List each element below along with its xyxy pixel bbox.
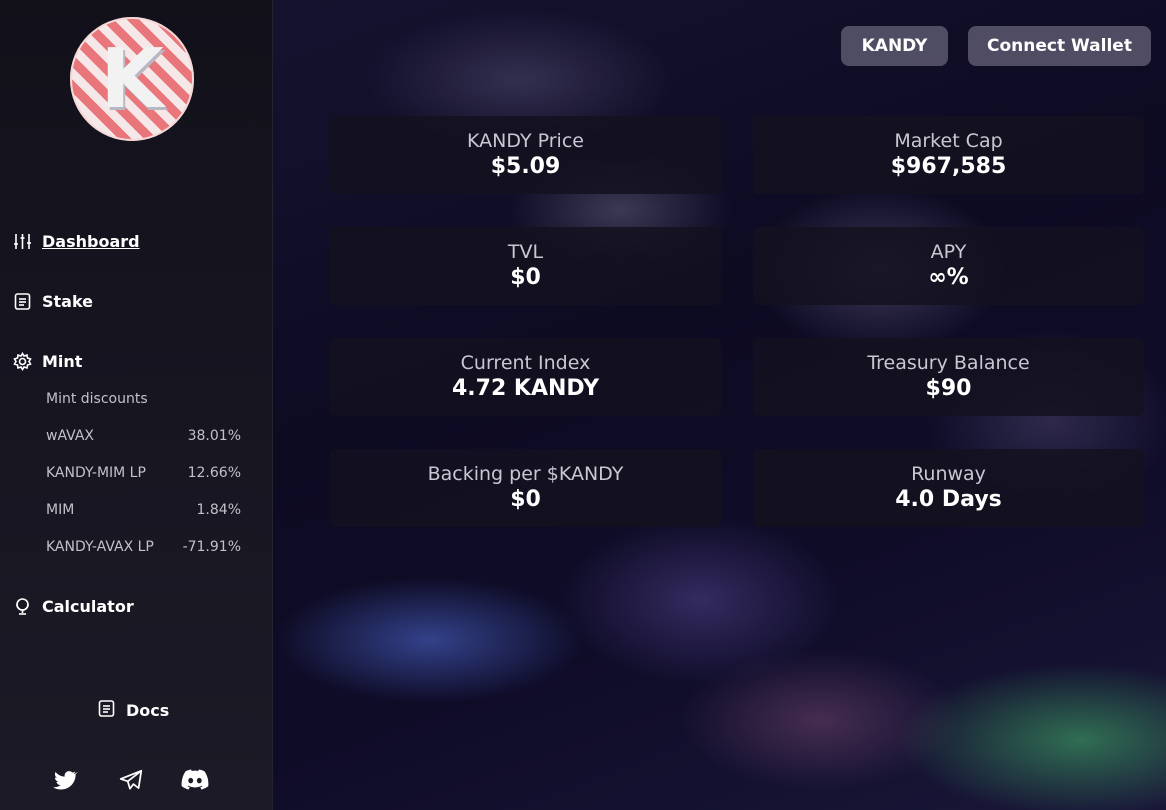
stat-title: Treasury Balance — [867, 352, 1030, 374]
stat-title: TVL — [507, 241, 544, 263]
docs-label: Docs — [126, 701, 170, 720]
kandy-logo[interactable]: K — [70, 17, 194, 141]
stat-card-apy: APY ∞% — [753, 227, 1144, 305]
stat-value: 4.72 KANDY — [451, 376, 600, 401]
stat-title: Current Index — [460, 352, 591, 374]
stat-card-treasury-balance: Treasury Balance $90 — [753, 338, 1144, 416]
discount-name: MIM — [46, 502, 75, 518]
mint-discount-row[interactable]: KANDY-AVAX LP -71.91% — [46, 539, 241, 555]
telegram-icon[interactable] — [118, 767, 144, 793]
sidebar-item-calculator[interactable]: Calculator — [13, 597, 134, 616]
stat-card-backing: Backing per $KANDY $0 — [330, 449, 721, 527]
sidebar-item-dashboard[interactable]: Dashboard — [13, 232, 140, 251]
sliders-icon — [13, 232, 32, 251]
stat-title: KANDY Price — [467, 130, 584, 152]
discount-value: 1.84% — [196, 502, 241, 518]
sidebar: K Dashboard Stake Mint Mint discounts wA… — [0, 0, 273, 810]
discount-name: KANDY-MIM LP — [46, 465, 146, 481]
sidebar-item-label: Calculator — [42, 597, 134, 616]
stat-title: Runway — [911, 463, 986, 485]
sidebar-item-mint[interactable]: Mint — [13, 352, 82, 371]
discord-icon[interactable] — [181, 767, 209, 793]
sidebar-item-label: Mint — [42, 352, 83, 371]
stat-value: $967,585 — [890, 154, 1007, 179]
sidebar-item-label: Dashboard — [42, 232, 140, 251]
sidebar-item-stake[interactable]: Stake — [13, 292, 93, 311]
stat-card-runway: Runway 4.0 Days — [753, 449, 1144, 527]
twitter-icon[interactable] — [52, 767, 78, 793]
stat-value: $0 — [510, 487, 541, 512]
discount-value: 38.01% — [187, 428, 241, 444]
mint-discount-row[interactable]: KANDY-MIM LP 12.66% — [46, 465, 241, 481]
stat-value: $5.09 — [490, 154, 561, 179]
stat-value: 4.0 Days — [895, 487, 1002, 512]
document-icon — [97, 699, 116, 722]
logo-letter: K — [100, 31, 164, 127]
stat-title: Backing per $KANDY — [427, 463, 624, 485]
discount-name: KANDY-AVAX LP — [46, 539, 154, 555]
stat-value: ∞% — [928, 265, 969, 290]
docs-link[interactable]: Docs — [97, 699, 169, 722]
stat-title: Market Cap — [894, 130, 1003, 152]
stat-card-market-cap: Market Cap $967,585 — [753, 116, 1144, 194]
document-icon — [13, 292, 32, 311]
stat-value: $90 — [925, 376, 972, 401]
mint-discounts-title: Mint discounts — [46, 391, 148, 407]
stat-card-kandy-price: KANDY Price $5.09 — [330, 116, 721, 194]
discount-value: 12.66% — [187, 465, 241, 481]
mint-discount-row[interactable]: MIM 1.84% — [46, 502, 241, 518]
globe-icon — [13, 597, 32, 616]
discount-value: -71.91% — [182, 539, 241, 555]
discount-name: wAVAX — [46, 428, 94, 444]
mint-discount-row[interactable]: wAVAX 38.01% — [46, 428, 241, 444]
kandy-token-button[interactable]: KANDY — [841, 26, 948, 66]
stat-card-tvl: TVL $0 — [330, 227, 721, 305]
stat-title: APY — [930, 241, 967, 263]
sidebar-item-label: Stake — [42, 292, 94, 311]
stat-card-current-index: Current Index 4.72 KANDY — [330, 338, 721, 416]
gear-icon — [13, 352, 32, 371]
connect-wallet-button[interactable]: Connect Wallet — [968, 26, 1151, 66]
stat-value: $0 — [510, 265, 541, 290]
